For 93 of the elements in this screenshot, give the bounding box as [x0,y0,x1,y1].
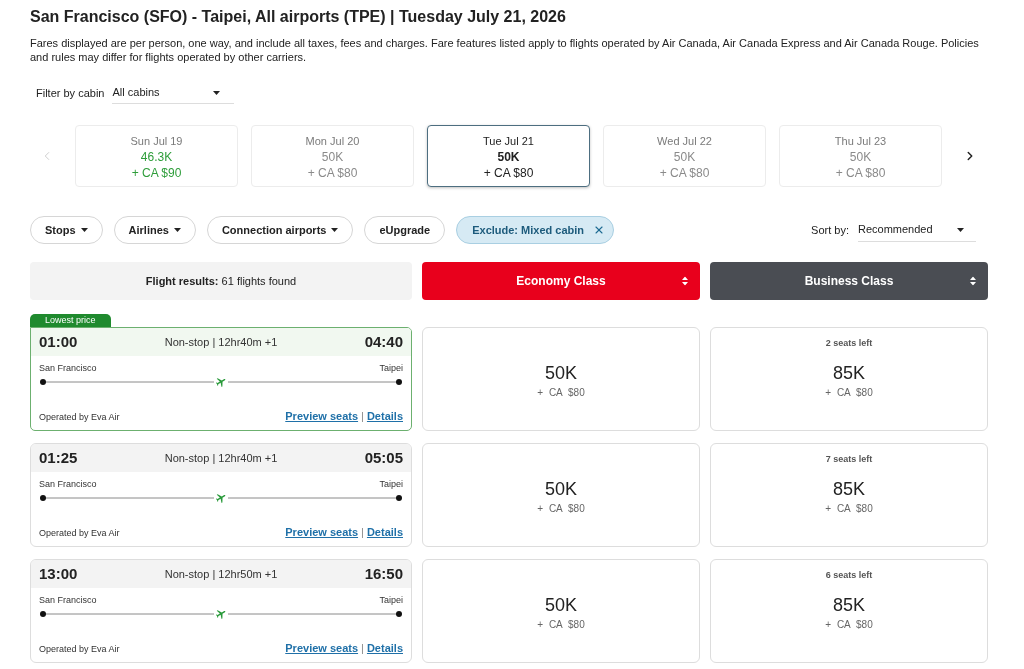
cabin-select[interactable]: All cabins [112,82,235,104]
destination-city: Taipei [379,362,403,374]
date-option[interactable]: Tue Jul 21 50K + CA $80 [427,125,590,187]
arrival-time: 04:40 [364,331,403,352]
date-option[interactable]: Mon Jul 20 50K + CA $80 [251,125,414,187]
points-price: 50K [673,149,696,165]
destination-city: Taipei [379,594,403,606]
origin-city: San Francisco [39,478,97,490]
date-label: Wed Jul 22 [657,134,712,149]
flight-summary: Non-stop | 12hr40m +1 [164,334,278,350]
arrival-time: 16:50 [364,563,403,584]
details-link[interactable]: Details [366,410,403,423]
fare-disclaimer: Fares displayed are per person, one way, and include all taxes, fees and charges. Fare features listed apply to flights operated by Air Canada, Air Canada Express and Air Canada Rouge. Policies and rules may differ for flights operated by other carriers. [30,36,980,64]
departure-time: 13:00 [39,563,78,584]
operator-text: Operated by Eva Air [39,643,120,655]
airplane-icon [214,377,228,387]
sort-label: Sort by: [811,222,849,238]
airplane-icon [214,609,228,619]
link-separator: | [361,410,364,423]
caret-icon [173,228,181,232]
active-filter-chip[interactable]: Exclude: Mixed cabin [456,216,615,244]
points-price: 50K [849,149,872,165]
cabin-column-header[interactable]: Economy Class [422,262,700,300]
caret-icon [331,228,339,232]
fee-amount: + CA $80 [659,165,710,181]
date-label: Tue Jul 21 [483,134,534,149]
link-separator: | [361,526,364,539]
link-separator: | [361,642,364,655]
seats-left-text: 6 seats left [825,569,873,581]
fare-option[interactable]: 50K + CA $80 [422,559,700,663]
fare-price: 50K [545,594,577,616]
airplane-icon [214,493,228,503]
fare-option[interactable]: 6 seats left 85K + CA $80 [710,559,988,663]
fee-amount: + CA $80 [483,165,534,181]
filter-dropdown[interactable]: Connection airports [206,216,354,244]
seats-left-text: 2 seats left [825,337,873,349]
destination-city: Taipei [379,478,403,490]
fare-price: 50K [545,478,577,500]
points-price: 50K [497,149,520,165]
filter-button[interactable]: eUpgrade [364,216,446,244]
filter-dropdown[interactable]: Airlines [113,216,196,244]
sort-select[interactable]: Recommended [858,218,976,242]
fee-amount: + CA $80 [307,165,358,181]
seats-left-text: 7 seats left [825,453,873,465]
preview-seats-link[interactable]: Preview seats [285,526,359,539]
departure-time: 01:00 [39,331,78,352]
caret-icon [213,90,221,95]
operator-text: Operated by Eva Air [39,527,120,539]
arrival-time: 05:05 [364,447,403,468]
fare-price: 85K [833,362,865,384]
fare-fee: + CA $80 [537,386,585,399]
fare-option[interactable]: 2 seats left 85K + CA $80 [710,327,988,431]
date-label: Thu Jul 23 [834,134,887,149]
page-title: San Francisco (SFO) - Taipei, All airports (TPE) | Tuesday July 21, 2026 [30,7,567,27]
fare-fee: + CA $80 [825,502,873,515]
operator-text: Operated by Eva Air [39,411,120,423]
fare-price: 85K [833,478,865,500]
origin-city: San Francisco [39,594,97,606]
preview-seats-link[interactable]: Preview seats [285,410,359,423]
date-label: Mon Jul 20 [305,134,360,149]
fare-fee: + CA $80 [825,618,873,631]
results-count-text: Flight results: 61 flights found [145,273,297,289]
fare-option[interactable]: 50K + CA $80 [422,327,700,431]
date-option[interactable]: Sun Jul 19 46.3K + CA $90 [75,125,238,187]
details-link[interactable]: Details [366,642,403,655]
fare-price: 85K [833,594,865,616]
flight-summary: Non-stop | 12hr50m +1 [164,566,278,582]
fare-fee: + CA $80 [825,386,873,399]
fare-fee: + CA $80 [537,502,585,515]
date-option[interactable]: Wed Jul 22 50K + CA $80 [603,125,766,187]
date-label: Sun Jul 19 [130,134,183,149]
flight-summary: Non-stop | 12hr40m +1 [164,450,278,466]
fare-price: 50K [545,362,577,384]
preview-seats-link[interactable]: Preview seats [285,642,359,655]
filter-dropdown[interactable]: Stops [30,216,103,244]
points-price: 46.3K [140,149,173,165]
fare-option[interactable]: 7 seats left 85K + CA $80 [710,443,988,547]
fee-amount: + CA $80 [835,165,886,181]
caret-icon [80,228,88,232]
up-down-caret-icon [682,276,688,286]
origin-city: San Francisco [39,362,97,374]
departure-time: 01:25 [39,447,78,468]
lowest-price-badge: Lowest price [30,314,111,327]
fare-fee: + CA $80 [537,618,585,631]
fare-option[interactable]: 50K + CA $80 [422,443,700,547]
caret-icon [957,227,964,232]
up-down-caret-icon [970,276,976,286]
details-link[interactable]: Details [366,526,403,539]
fee-amount: + CA $90 [131,165,182,181]
date-option[interactable]: Thu Jul 23 50K + CA $80 [779,125,942,187]
filter-label: Filter by cabin [36,85,105,101]
points-price: 50K [321,149,344,165]
cabin-column-header[interactable]: Business Class [710,262,988,300]
